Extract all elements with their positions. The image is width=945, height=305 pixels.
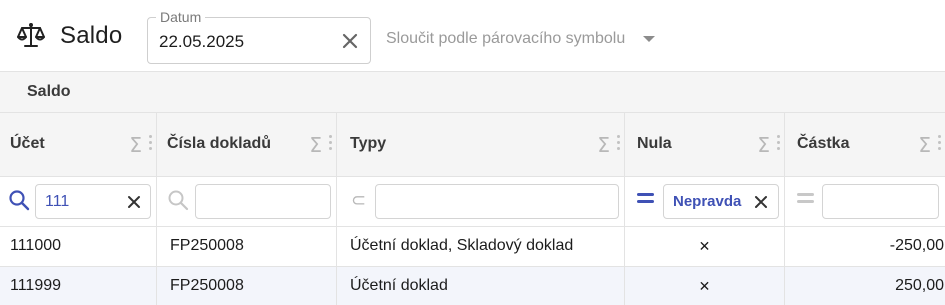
column-menu-icon[interactable] bbox=[149, 135, 153, 151]
equals-icon[interactable] bbox=[797, 193, 814, 205]
column-label: Čísla dokladů bbox=[167, 135, 272, 152]
cell-cisla-dokladu: FP250008 bbox=[157, 267, 337, 305]
page-title: Saldo bbox=[60, 22, 123, 49]
sum-icon[interactable]: Σ bbox=[757, 133, 770, 157]
equals-icon[interactable] bbox=[637, 193, 654, 205]
subset-icon[interactable]: ⊂ bbox=[351, 190, 366, 211]
cell-cisla-dokladu: FP250008 bbox=[157, 227, 337, 266]
column-header-nula[interactable]: Nula Σ bbox=[625, 113, 785, 176]
column-header-typy[interactable]: Typy Σ bbox=[337, 113, 625, 176]
sum-icon[interactable]: Σ bbox=[309, 133, 322, 157]
column-label: Částka bbox=[797, 135, 850, 152]
column-menu-icon[interactable] bbox=[329, 135, 333, 151]
table-row[interactable]: 111000 FP250008 Účetní doklad, Skladový … bbox=[0, 227, 945, 267]
section-title: Saldo bbox=[27, 83, 71, 100]
cell-ucet: 111999 bbox=[0, 267, 157, 305]
clear-filter-icon[interactable] bbox=[753, 194, 769, 210]
sum-icon[interactable]: Σ bbox=[597, 133, 610, 157]
date-field[interactable]: Datum 22.05.2025 bbox=[147, 8, 371, 64]
cell-nula: ✕ bbox=[625, 227, 785, 266]
merge-by-symbol-select[interactable]: Sloučit podle párovacího symbolu bbox=[386, 28, 656, 50]
column-label: Nula bbox=[637, 135, 672, 152]
cell-ucet: 111000 bbox=[0, 227, 157, 266]
sum-icon[interactable]: Σ bbox=[129, 133, 142, 157]
filter-cell-typy: ⊂ bbox=[337, 177, 625, 226]
filter-input-nula[interactable]: Nepravda bbox=[663, 184, 779, 219]
date-field-label: Datum bbox=[156, 8, 206, 26]
filter-value: 111 bbox=[45, 193, 70, 210]
grid-header-row: Účet Σ Čísla dokladů Σ Typy Σ Nula Σ Čás… bbox=[0, 113, 945, 177]
filter-cell-cisla-dokladu bbox=[157, 177, 337, 226]
filter-input-cisla-dokladu[interactable] bbox=[195, 184, 331, 219]
search-icon[interactable] bbox=[8, 189, 30, 211]
cell-typy: Účetní doklad, Skladový doklad bbox=[337, 227, 625, 266]
column-header-ucet[interactable]: Účet Σ bbox=[0, 113, 157, 176]
column-header-castka[interactable]: Částka Σ bbox=[785, 113, 945, 176]
column-menu-icon[interactable] bbox=[777, 135, 781, 151]
merge-select-label: Sloučit podle párovacího symbolu bbox=[386, 30, 626, 47]
toolbar: Saldo Datum 22.05.2025 Sloučit podle pár… bbox=[0, 0, 945, 72]
scale-icon bbox=[17, 23, 45, 47]
clear-filter-icon[interactable] bbox=[126, 194, 142, 210]
cell-nula: ✕ bbox=[625, 267, 785, 305]
filter-value: Nepravda bbox=[673, 193, 742, 210]
date-field-value[interactable]: 22.05.2025 bbox=[159, 32, 244, 52]
filter-cell-castka bbox=[785, 177, 945, 226]
table-row[interactable]: 111999 FP250008 Účetní doklad ✕ 250,00 bbox=[0, 267, 945, 305]
false-icon: ✕ bbox=[698, 239, 711, 255]
app-header: Saldo bbox=[16, 20, 122, 52]
column-header-cisla-dokladu[interactable]: Čísla dokladů Σ bbox=[157, 113, 337, 176]
cell-castka: 250,00 bbox=[895, 277, 944, 294]
column-menu-icon[interactable] bbox=[617, 135, 621, 151]
cell-castka: -250,00 bbox=[889, 237, 944, 254]
filter-input-typy[interactable] bbox=[375, 184, 619, 219]
cell-typy: Účetní doklad bbox=[337, 267, 625, 305]
search-icon[interactable] bbox=[167, 189, 189, 211]
filter-input-ucet[interactable]: 111 bbox=[35, 184, 151, 219]
chevron-down-icon bbox=[643, 36, 656, 42]
column-menu-icon[interactable] bbox=[938, 135, 942, 151]
column-label: Účet bbox=[10, 135, 45, 152]
sum-icon[interactable]: Σ bbox=[918, 133, 931, 157]
filter-cell-ucet: 111 bbox=[0, 177, 157, 226]
clear-date-icon[interactable] bbox=[340, 31, 360, 51]
false-icon: ✕ bbox=[698, 279, 711, 295]
filter-input-castka[interactable] bbox=[822, 184, 939, 219]
section-header: Saldo bbox=[0, 72, 945, 113]
grid-filter-row: 111 ⊂ Nepravda bbox=[0, 177, 945, 227]
filter-cell-nula: Nepravda bbox=[625, 177, 785, 226]
column-label: Typy bbox=[350, 135, 387, 152]
